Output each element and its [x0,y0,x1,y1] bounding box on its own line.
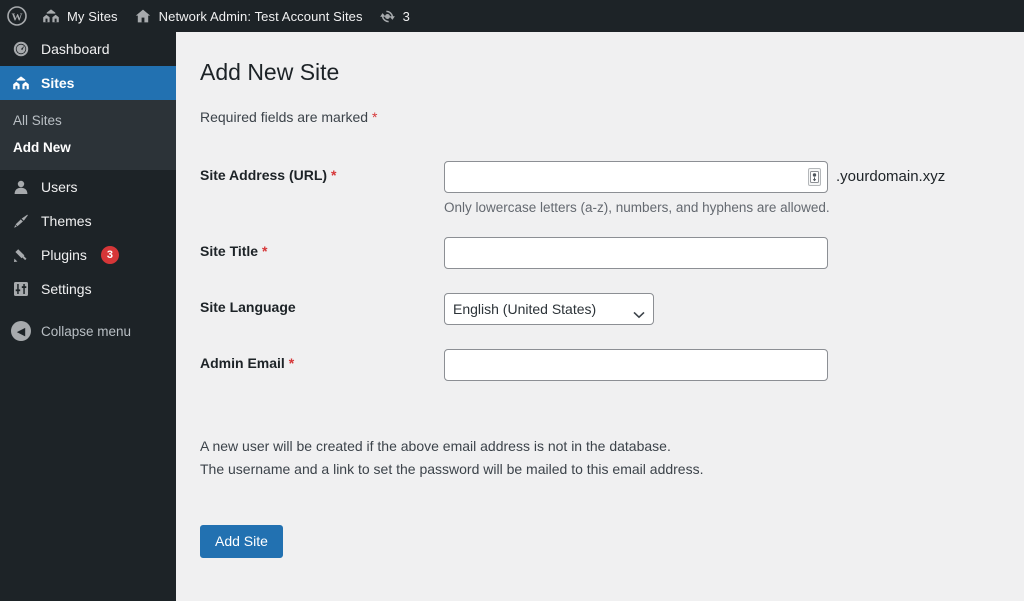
themes-icon [11,212,31,230]
admin-email-note-line-2: The username and a link to set the passw… [200,458,1024,481]
page-title: Add New Site [200,58,1024,88]
my-sites-icon [42,7,60,25]
site-title-label-text: Site Title [200,243,258,259]
admin-email-label: Admin Email * [200,335,444,391]
autofill-icon[interactable] [808,168,821,186]
sidebar-item-sites-label: Sites [41,76,74,90]
admin-email-notes: A new user will be created if the above … [200,435,1024,480]
sidebar-submenu-item-add-new-label: Add New [13,140,71,155]
sidebar-item-plugins-label: Plugins [41,248,87,262]
required-fields-note: Required fields are marked * [200,109,1024,125]
sidebar-item-dashboard[interactable]: Dashboard [0,32,176,66]
site-language-select[interactable]: English (United States) [444,293,654,325]
collapse-arrow-icon: ◀ [11,321,31,341]
adminbar-network-admin[interactable]: Network Admin: Test Account Sites [126,0,371,32]
plugins-update-badge: 3 [101,246,119,264]
form-row-admin-email: Admin Email * [200,335,955,391]
settings-icon [11,280,31,298]
required-asterisk: * [372,109,377,125]
site-address-label: Site Address (URL) * [200,147,444,223]
adminbar-wordpress-logo[interactable]: W [0,0,34,32]
sidebar-item-dashboard-label: Dashboard [41,42,110,56]
sidebar-submenu-item-all-sites[interactable]: All Sites [0,107,176,134]
users-icon [11,178,31,196]
main-content: Add New Site Required fields are marked … [176,32,1024,601]
sidebar-item-users-label: Users [41,180,78,194]
site-language-label-text: Site Language [200,299,296,315]
add-site-form: Site Address (URL) * [200,147,955,391]
adminbar-network-admin-label: Network Admin: Test Account Sites [159,9,363,24]
dashboard-icon [11,40,31,58]
site-title-required-marker: * [262,243,267,259]
collapse-menu-button[interactable]: ◀ Collapse menu [0,314,176,348]
site-title-label: Site Title * [200,223,444,279]
form-row-site-address: Site Address (URL) * [200,147,955,223]
sites-icon [11,74,31,92]
site-language-label: Site Language [200,279,444,335]
admin-email-label-text: Admin Email [200,355,285,371]
admin-email-required-marker: * [289,355,294,371]
collapse-menu-label: Collapse menu [41,324,131,339]
admin-email-input[interactable] [444,349,828,381]
site-address-field-wrap: .yourdomain.xyz [444,161,945,193]
sidebar-item-users[interactable]: Users [0,170,176,204]
adminbar-updates-count: 3 [403,9,410,24]
add-site-button[interactable]: Add Site [200,525,283,558]
svg-text:W: W [12,12,23,24]
plugins-icon [11,246,31,264]
domain-suffix: .yourdomain.xyz [836,168,945,185]
sidebar-item-themes-label: Themes [41,214,92,228]
submit-row: Add Site [200,525,1024,558]
sidebar-submenu-sites: All Sites Add New [0,100,176,170]
sidebar-submenu-item-add-new[interactable]: Add New [0,134,176,161]
required-fields-note-text: Required fields are marked [200,109,368,125]
adminbar-my-sites[interactable]: My Sites [34,0,126,32]
sidebar-submenu-item-all-sites-label: All Sites [13,113,62,128]
site-address-input[interactable] [444,161,828,193]
network-admin-home-icon [134,7,152,25]
form-row-site-title: Site Title * [200,223,955,279]
wordpress-logo-icon: W [7,6,27,26]
sidebar-item-settings-label: Settings [41,282,92,296]
site-address-label-text: Site Address (URL) [200,167,327,183]
site-address-required-marker: * [331,167,336,183]
updates-icon [379,8,396,25]
site-title-input[interactable] [444,237,828,269]
adminbar-my-sites-label: My Sites [67,9,118,24]
admin-bar: W My Sites Network Admin: Test Account S… [0,0,1024,32]
adminbar-updates[interactable]: 3 [371,0,418,32]
admin-sidebar: Dashboard Sites All Sites Add New [0,32,176,601]
form-row-site-language: Site Language English (United States) [200,279,955,335]
sidebar-item-sites[interactable]: Sites [0,66,176,100]
admin-email-note-line-1: A new user will be created if the above … [200,435,1024,458]
site-address-description: Only lowercase letters (a-z), numbers, a… [444,200,945,215]
sidebar-item-plugins[interactable]: Plugins 3 [0,238,176,272]
sidebar-item-themes[interactable]: Themes [0,204,176,238]
sidebar-item-settings[interactable]: Settings [0,272,176,306]
